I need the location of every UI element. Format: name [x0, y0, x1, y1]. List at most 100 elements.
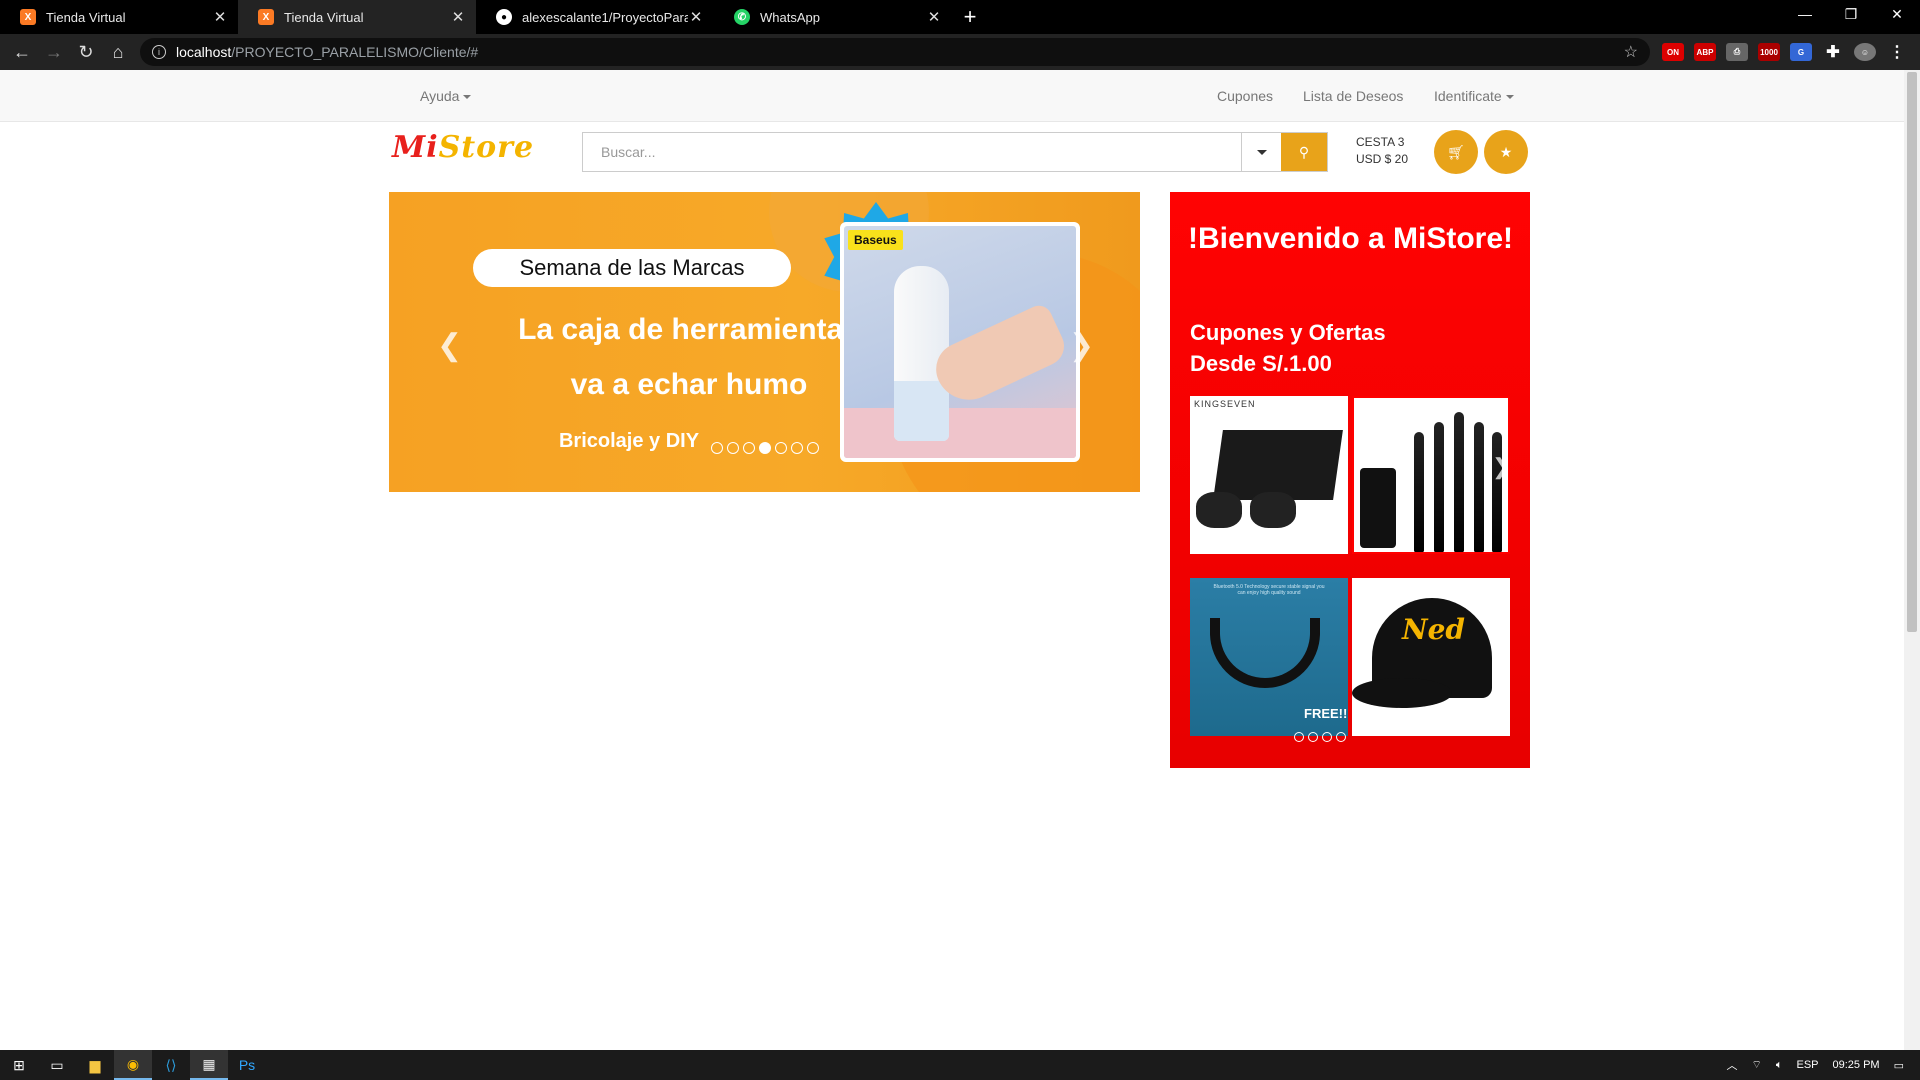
- sunglasses-box: [1213, 430, 1343, 500]
- sunglasses-tile[interactable]: KINGSEVEN: [1190, 396, 1348, 554]
- tab-title: Tienda Virtual: [46, 9, 126, 25]
- language-indicator[interactable]: ESP: [1796, 1059, 1818, 1071]
- browser-tab[interactable]: ● alexescalante1/ProyectoParalelismo ✕: [476, 0, 714, 34]
- cart-icon: 🛒︎: [1447, 143, 1465, 160]
- favorites-button[interactable]: ★: [1484, 130, 1528, 174]
- browser-menu-icon[interactable]: ⋮: [1886, 43, 1908, 61]
- carousel-indicator-dot[interactable]: [1308, 732, 1318, 742]
- banner-product-image[interactable]: Baseus: [840, 222, 1080, 462]
- carousel-indicator-dot[interactable]: [759, 442, 771, 454]
- headphones-caption: Bluetooth 5.0 Technology secure stable s…: [1213, 584, 1325, 596]
- close-window-icon[interactable]: ✕: [1874, 0, 1920, 28]
- close-icon[interactable]: ✕: [688, 8, 704, 26]
- ext-counter-label: 1000: [1760, 47, 1778, 57]
- volume-icon[interactable]: 🔈︎: [1776, 1059, 1783, 1072]
- promo-subtitle: Cupones y Ofertas Desde S/.1.00: [1190, 317, 1386, 379]
- nav-coupons-link[interactable]: Cupones: [1217, 88, 1273, 104]
- cart-button[interactable]: 🛒︎: [1434, 130, 1478, 174]
- store-logo[interactable]: MiStore: [392, 130, 534, 165]
- search-button[interactable]: ⚲: [1281, 133, 1327, 171]
- browser-tab-active[interactable]: X Tienda Virtual ✕: [238, 0, 476, 34]
- knife-set-tile[interactable]: [1352, 396, 1510, 554]
- translate-icon[interactable]: G: [1790, 43, 1812, 61]
- ext-on-badge: ON: [1667, 47, 1679, 57]
- free-label: FREE!!: [1304, 706, 1348, 721]
- page-viewport: Ayuda Cupones Lista de Deseos Identifica…: [0, 70, 1904, 1050]
- browser-tab[interactable]: X Tienda Virtual ✕: [0, 0, 238, 34]
- carousel-indicator-dot[interactable]: [727, 442, 739, 454]
- xampp-taskbar-icon[interactable]: ▦: [190, 1050, 228, 1080]
- cart-count: CESTA 3: [1356, 135, 1405, 149]
- forward-icon[interactable]: →: [38, 36, 70, 68]
- bookmark-star-icon[interactable]: ☆: [1624, 42, 1638, 62]
- nav-wishlist-link[interactable]: Lista de Deseos: [1303, 88, 1403, 104]
- github-icon: ●: [496, 9, 512, 25]
- promo-line1: Cupones y Ofertas: [1190, 320, 1386, 345]
- minimize-icon[interactable]: —: [1782, 0, 1828, 28]
- promo-panel: !Bienvenido a MiStore! Cupones y Ofertas…: [1170, 192, 1530, 768]
- help-dropdown[interactable]: Ayuda: [420, 88, 472, 104]
- close-icon[interactable]: ✕: [450, 8, 466, 26]
- tab-title: alexescalante1/ProyectoParalelismo: [522, 9, 688, 25]
- neckband-headphones: [1210, 618, 1320, 688]
- close-icon[interactable]: ✕: [212, 8, 228, 26]
- clock[interactable]: 09:25 PM: [1833, 1059, 1880, 1071]
- photoshop-icon[interactable]: Ps: [228, 1050, 266, 1080]
- url-input[interactable]: i localhost/PROYECTO_PARALELISMO/Cliente…: [140, 38, 1650, 66]
- carousel-next-icon[interactable]: ❯: [1069, 328, 1094, 363]
- ext-counter-icon[interactable]: 1000: [1758, 43, 1780, 61]
- chrome-icon[interactable]: ◉: [114, 1050, 152, 1080]
- carousel-indicator-dot[interactable]: [775, 442, 787, 454]
- extensions-puzzle-icon[interactable]: ✚: [1822, 43, 1844, 61]
- promo-product-grid: KINGSEVEN Bluetooth 5.0 Technology secur…: [1190, 396, 1510, 740]
- chevron-up-icon[interactable]: ︿: [1727, 1057, 1738, 1073]
- whatsapp-icon: ✆: [734, 9, 750, 25]
- promo-line2: Desde S/.1.00: [1190, 351, 1332, 376]
- adblock-icon[interactable]: ABP: [1694, 43, 1716, 61]
- search-category-dropdown[interactable]: [1241, 133, 1281, 171]
- carousel-indicator-dot[interactable]: [807, 442, 819, 454]
- cart-summary[interactable]: CESTA 3 USD $ 20: [1356, 134, 1408, 168]
- tile-brand: KINGSEVEN: [1194, 399, 1256, 409]
- page-scrollbar[interactable]: [1904, 70, 1920, 1050]
- ext-on-icon[interactable]: ON: [1662, 43, 1684, 61]
- carousel-prev-icon[interactable]: ❮: [437, 328, 462, 363]
- file-explorer-icon[interactable]: ▆: [76, 1050, 114, 1080]
- promo-prev-icon[interactable]: ❮: [1192, 454, 1210, 480]
- carousel-indicator-dot[interactable]: [1336, 732, 1346, 742]
- carousel-indicator-dot[interactable]: [711, 442, 723, 454]
- cap-logo: Ned: [1402, 613, 1465, 646]
- xampp-icon: X: [20, 9, 36, 25]
- restore-icon[interactable]: ❐: [1828, 0, 1874, 28]
- back-icon[interactable]: ←: [6, 36, 38, 68]
- new-tab-button[interactable]: +: [952, 0, 988, 34]
- close-icon[interactable]: ✕: [926, 8, 942, 26]
- wifi-icon[interactable]: ⌔: [1752, 1058, 1762, 1072]
- cap-tile[interactable]: Ned: [1352, 578, 1510, 736]
- carousel-indicator-dot[interactable]: [743, 442, 755, 454]
- home-icon[interactable]: ⌂: [102, 36, 134, 68]
- logo-mi: Mi: [392, 130, 439, 165]
- soap-dispenser-image: Baseus: [844, 226, 1076, 458]
- carousel-indicator-dot[interactable]: [1294, 732, 1304, 742]
- notifications-icon[interactable]: ▭: [1894, 1059, 1904, 1072]
- task-view-icon[interactable]: ▭: [38, 1050, 76, 1080]
- carousel-indicator-dot[interactable]: [791, 442, 803, 454]
- promo-next-icon[interactable]: ❯: [1492, 454, 1510, 480]
- carousel-indicator-dot[interactable]: [1322, 732, 1332, 742]
- print-icon[interactable]: ⎙: [1726, 43, 1748, 61]
- browser-tab-strip: X Tienda Virtual ✕ X Tienda Virtual ✕ ● …: [0, 0, 1920, 34]
- search-bar: ⚲: [582, 132, 1328, 172]
- profile-avatar[interactable]: ☺: [1854, 43, 1876, 61]
- search-input[interactable]: [583, 133, 1241, 171]
- identify-dropdown[interactable]: Identificate: [1434, 88, 1514, 104]
- search-icon: ⚲: [1298, 143, 1310, 160]
- reload-icon[interactable]: ↻: [70, 36, 102, 68]
- promo-carousel-indicators: [1294, 732, 1346, 742]
- windows-start-icon[interactable]: ⊞: [0, 1050, 38, 1080]
- vscode-icon[interactable]: ⟨⟩: [152, 1050, 190, 1080]
- dispenser-liquid: [894, 381, 949, 441]
- browser-tab[interactable]: ✆ WhatsApp ✕: [714, 0, 952, 34]
- site-info-icon[interactable]: i: [152, 45, 166, 59]
- scrollbar-thumb[interactable]: [1907, 72, 1917, 632]
